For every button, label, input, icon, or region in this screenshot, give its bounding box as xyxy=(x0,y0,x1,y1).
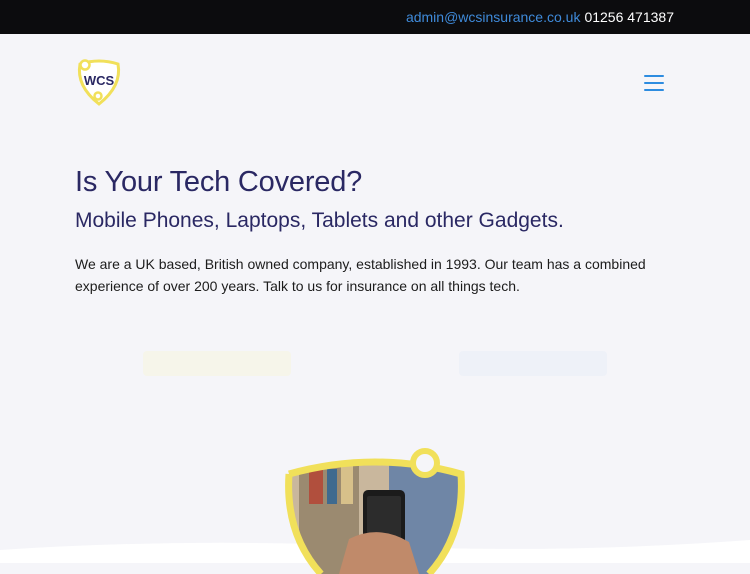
hero-title: Is Your Tech Covered? xyxy=(75,166,363,198)
hamburger-menu-icon[interactable] xyxy=(644,75,664,91)
primary-cta-button[interactable] xyxy=(143,351,291,376)
hero-phone-image xyxy=(285,448,465,574)
phone-number[interactable]: 01256 471387 xyxy=(584,9,674,25)
logo-text: WCS xyxy=(84,73,115,88)
secondary-cta-button[interactable] xyxy=(459,351,607,376)
hero-description: We are a UK based, British owned company… xyxy=(75,256,646,294)
email-link[interactable]: admin@wcsinsurance.co.uk xyxy=(406,9,581,25)
wcs-logo[interactable]: WCS xyxy=(74,56,124,108)
top-contact-bar: admin@wcsinsurance.co.uk 01256 471387 xyxy=(0,0,750,34)
hero-subtitle: Mobile Phones, Laptops, Tablets and othe… xyxy=(75,209,564,232)
